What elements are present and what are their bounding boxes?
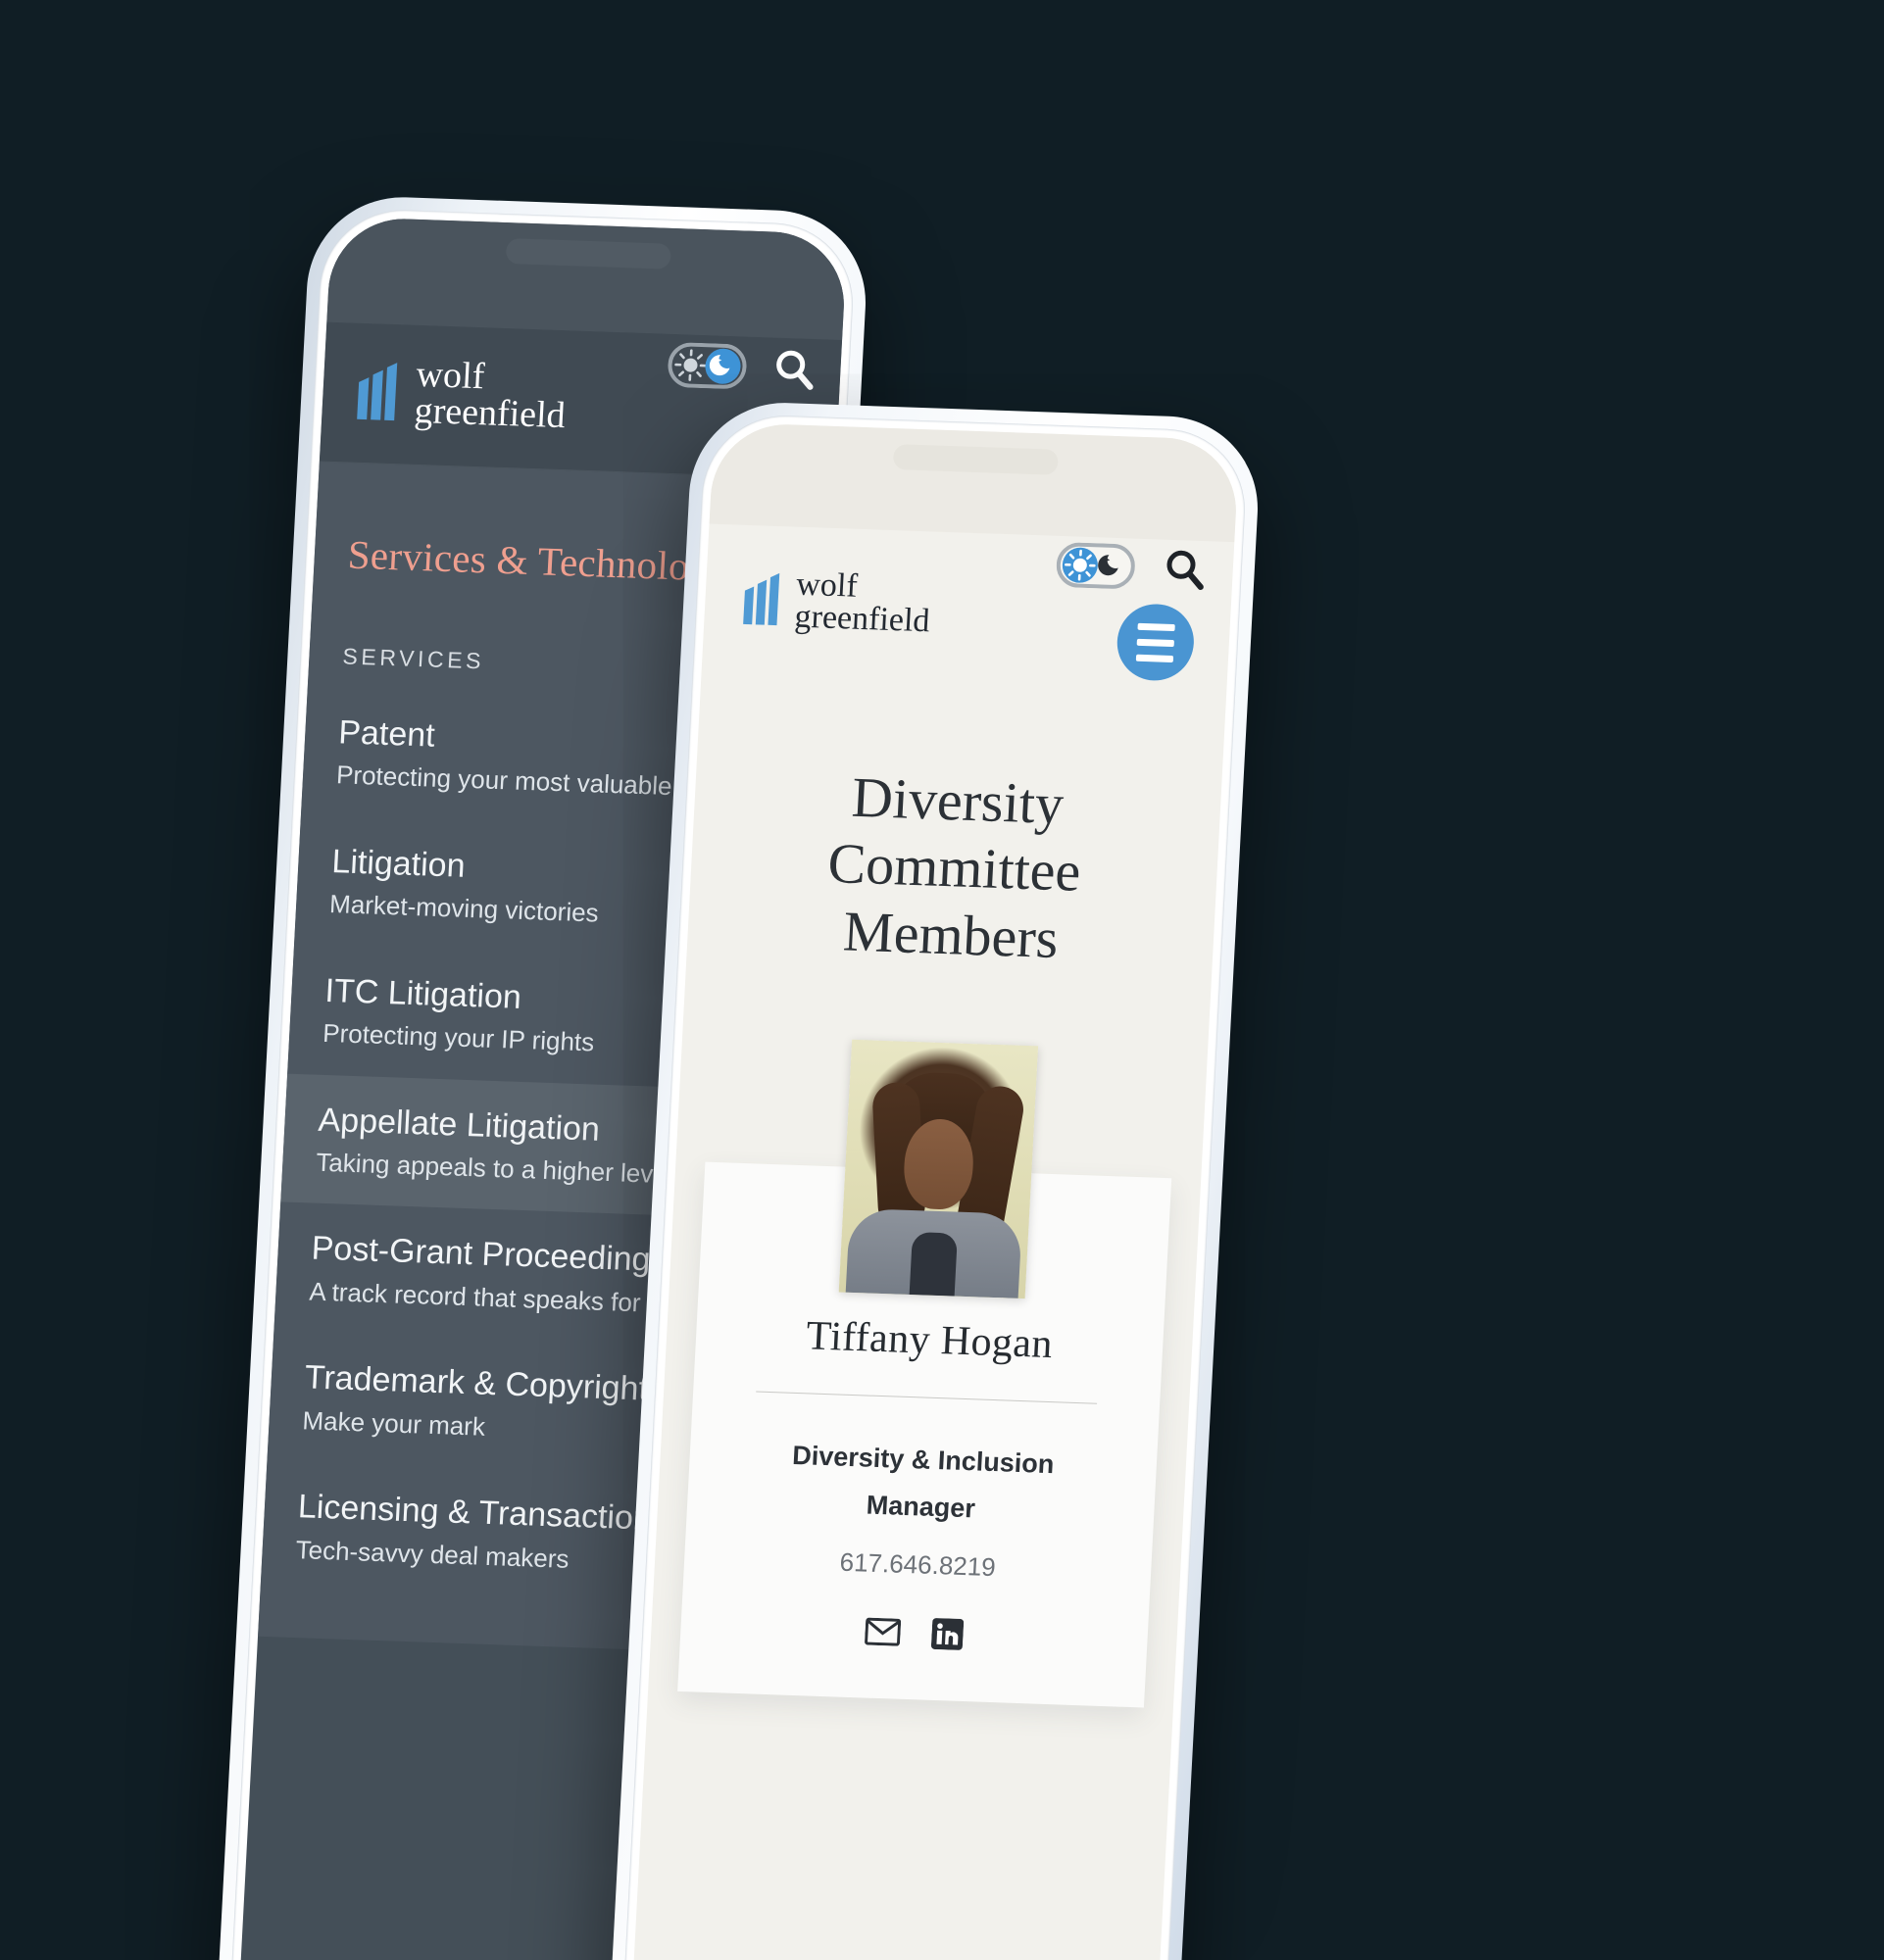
hamburger-icon-bar xyxy=(1135,654,1174,662)
page-title: Diversity Committee Members xyxy=(825,764,1083,970)
member-phone[interactable]: 617.646.8219 xyxy=(714,1543,1122,1587)
front-brand-logo-link[interactable]: wolf greenfield xyxy=(741,566,932,640)
search-icon[interactable] xyxy=(1162,546,1209,593)
member-social-links xyxy=(710,1610,1118,1655)
front-brand-line2: greenfield xyxy=(793,598,931,640)
member-profile: Tiffany Hogan Diversity & Inclusion Mana… xyxy=(648,1034,1208,1708)
front-phone-screen: wolf greenfield Diversity Committee Memb… xyxy=(628,421,1240,1960)
back-brand-line2: greenfield xyxy=(413,390,567,437)
member-name: Tiffany Hogan xyxy=(805,1313,1055,1368)
member-photo xyxy=(838,1040,1039,1299)
hamburger-icon-bar xyxy=(1137,622,1175,631)
theme-toggle-dark[interactable] xyxy=(667,342,747,390)
front-status-bar xyxy=(709,421,1240,543)
front-toolbar xyxy=(1056,542,1209,592)
back-status-bar xyxy=(326,216,848,341)
front-phone-device: wolf greenfield Diversity Committee Memb… xyxy=(606,399,1263,1960)
search-icon[interactable] xyxy=(770,346,818,393)
sun-icon xyxy=(1065,549,1096,581)
linkedin-icon[interactable] xyxy=(930,1617,965,1650)
wolf-greenfield-bars-logo xyxy=(355,361,401,422)
theme-toggle-light[interactable] xyxy=(1056,542,1136,590)
front-notch xyxy=(892,444,1059,475)
card-divider xyxy=(756,1391,1098,1405)
back-notch xyxy=(505,238,671,270)
back-toolbar xyxy=(667,342,818,392)
sun-icon xyxy=(674,349,707,381)
email-icon[interactable] xyxy=(865,1617,902,1646)
front-phone-frame: wolf greenfield Diversity Committee Memb… xyxy=(606,399,1263,1960)
hamburger-icon-bar xyxy=(1136,638,1174,647)
photo-shirt xyxy=(909,1232,958,1297)
mockup-stage: wolf greenfield Services & Technologies … xyxy=(0,0,1884,1960)
front-phone-bezel: wolf greenfield Diversity Committee Memb… xyxy=(619,413,1250,1960)
wolf-greenfield-bars-logo xyxy=(741,571,783,627)
hamburger-menu-button[interactable] xyxy=(1115,603,1196,682)
